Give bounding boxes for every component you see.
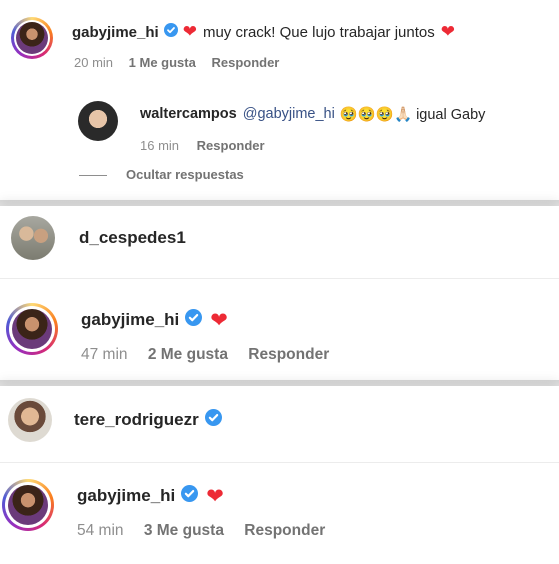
comment-username[interactable]: gabyjime_hi [77,486,175,506]
likes-count[interactable]: 2 Me gusta [148,346,228,363]
red-heart-icon: ❤ [440,22,455,41]
verified-badge-icon [181,485,199,507]
red-heart-icon: ❤ [206,484,224,508]
comment-time: 54 min [77,522,124,539]
avatar[interactable] [11,216,55,260]
reply-button[interactable]: Responder [211,55,279,70]
avatar-story-ring[interactable] [11,17,53,59]
reply-time: 16 min [140,138,180,153]
comment-username[interactable]: tere_rodriguezr [74,410,199,430]
avatar-story-ring[interactable] [2,479,54,531]
likes-count[interactable]: 1 Me gusta [129,55,196,70]
comment-username[interactable]: d_cespedes1 [79,228,186,248]
avatar[interactable] [8,398,52,442]
comment-username[interactable]: gabyjime_hi [81,310,179,330]
comment-text: muy crack! Que lujo trabajar juntos [202,23,435,41]
verified-badge-icon [204,409,222,431]
avatar[interactable] [78,101,118,141]
red-heart-icon: ❤ [182,22,197,41]
reply-button[interactable]: Responder [197,138,265,153]
divider [0,462,559,463]
avatar [16,22,48,54]
avatar [8,485,48,525]
comment-thread-2: d_cespedes1 gabyjime_hi ❤ 47 min 2 Me gu… [0,206,559,386]
reply-button[interactable]: Responder [244,522,325,539]
avatar-story-ring[interactable] [6,303,58,355]
red-heart-icon: ❤ [210,308,228,332]
hide-replies-button[interactable]: Ocultar respuestas [126,167,244,182]
comment-time: 20 min [74,55,114,70]
likes-count[interactable]: 3 Me gusta [144,522,224,539]
comment-username[interactable]: gabyjime_hi [72,24,159,41]
verified-badge-icon [185,309,203,331]
comment-thread-1: gabyjime_hi ❤ muy crack! Que lujo trabaj… [0,0,559,206]
avatar [12,309,52,349]
hide-replies-label: Ocultar respuestas [126,167,244,182]
hide-replies-divider [79,175,107,176]
reply-username[interactable]: waltercampos [140,106,237,122]
reply-button[interactable]: Responder [248,346,329,363]
comment-thread-3: tere_rodriguezr gabyjime_hi ❤ 54 min 3 M… [0,386,559,564]
divider [0,278,559,279]
reply-text: 🥹🥹🥹🙏🏻 igual Gaby [339,106,486,123]
verified-badge-icon [163,23,178,41]
comment-time: 47 min [81,346,128,363]
mention-link[interactable]: @gabyjime_hi [243,106,335,122]
